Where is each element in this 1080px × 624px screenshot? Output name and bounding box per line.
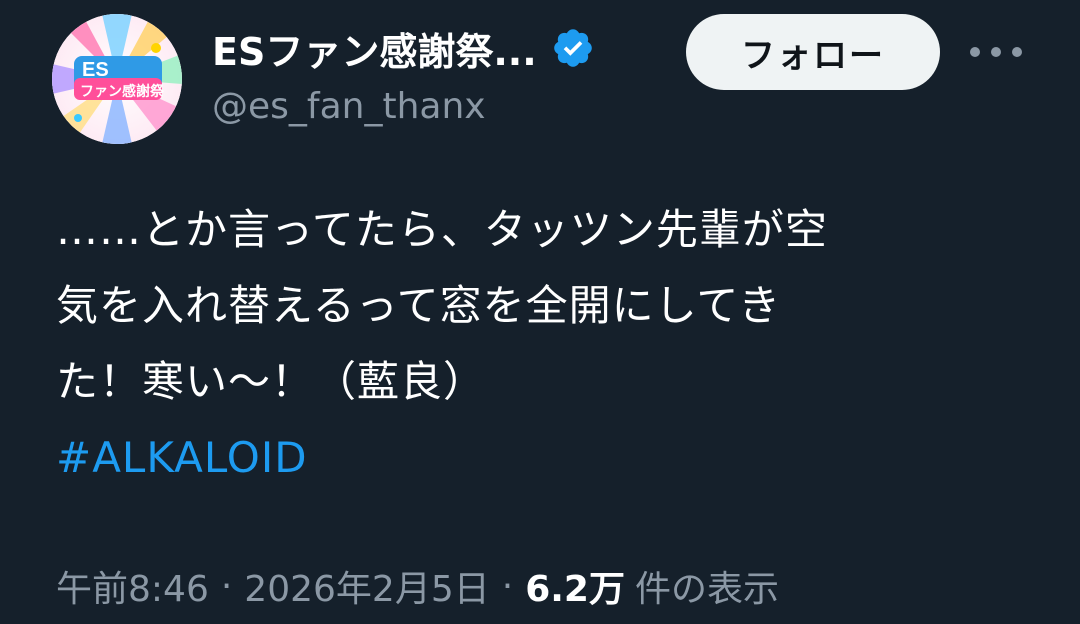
meta-separator: · <box>220 565 233 607</box>
handle[interactable]: @es_fan_thanx <box>212 86 486 127</box>
verified-badge-icon[interactable] <box>551 26 595 70</box>
avatar[interactable]: ES ファン感謝祭 <box>52 14 182 144</box>
display-name-row: ESファン感謝祭... <box>212 20 595 76</box>
svg-text:ファン感謝祭: ファン感謝祭 <box>80 83 165 100</box>
display-name[interactable]: ESファン感謝祭... <box>212 21 537 76</box>
meta-separator: · <box>501 565 514 607</box>
tweet-text: ……とか言ってたら、タッツン先輩が空 気を入れ替えるって窓を全開にしてき た！寒… <box>56 192 1026 496</box>
dot <box>991 47 1001 57</box>
dot <box>1012 47 1022 57</box>
tweet-text-line: た！寒い〜！（藍良） <box>56 357 487 406</box>
avatar-logo-es: ES <box>82 59 109 81</box>
views-count[interactable]: 6.2万 <box>525 560 625 612</box>
tweet-card: ES ファン感謝祭 ESファン感謝祭... @es_fan_thanx フォロー… <box>0 0 1080 624</box>
follow-button[interactable]: フォロー <box>686 14 940 90</box>
dot <box>970 47 980 57</box>
tweet-date[interactable]: 2026年2月5日 <box>244 560 489 612</box>
tweet-meta: 午前8:46 · 2026年2月5日 · 6.2万 件の表示 <box>56 556 779 616</box>
tweet-time[interactable]: 午前8:46 <box>56 560 209 612</box>
more-horizontal-icon[interactable] <box>970 34 1022 70</box>
hashtag-link[interactable]: #ALKALOID <box>56 420 1026 496</box>
tweet-text-line: 気を入れ替えるって窓を全開にしてき <box>56 281 782 330</box>
tweet-text-line: ……とか言ってたら、タッツン先輩が空 <box>56 205 828 254</box>
views-label: 件の表示 <box>634 569 779 610</box>
